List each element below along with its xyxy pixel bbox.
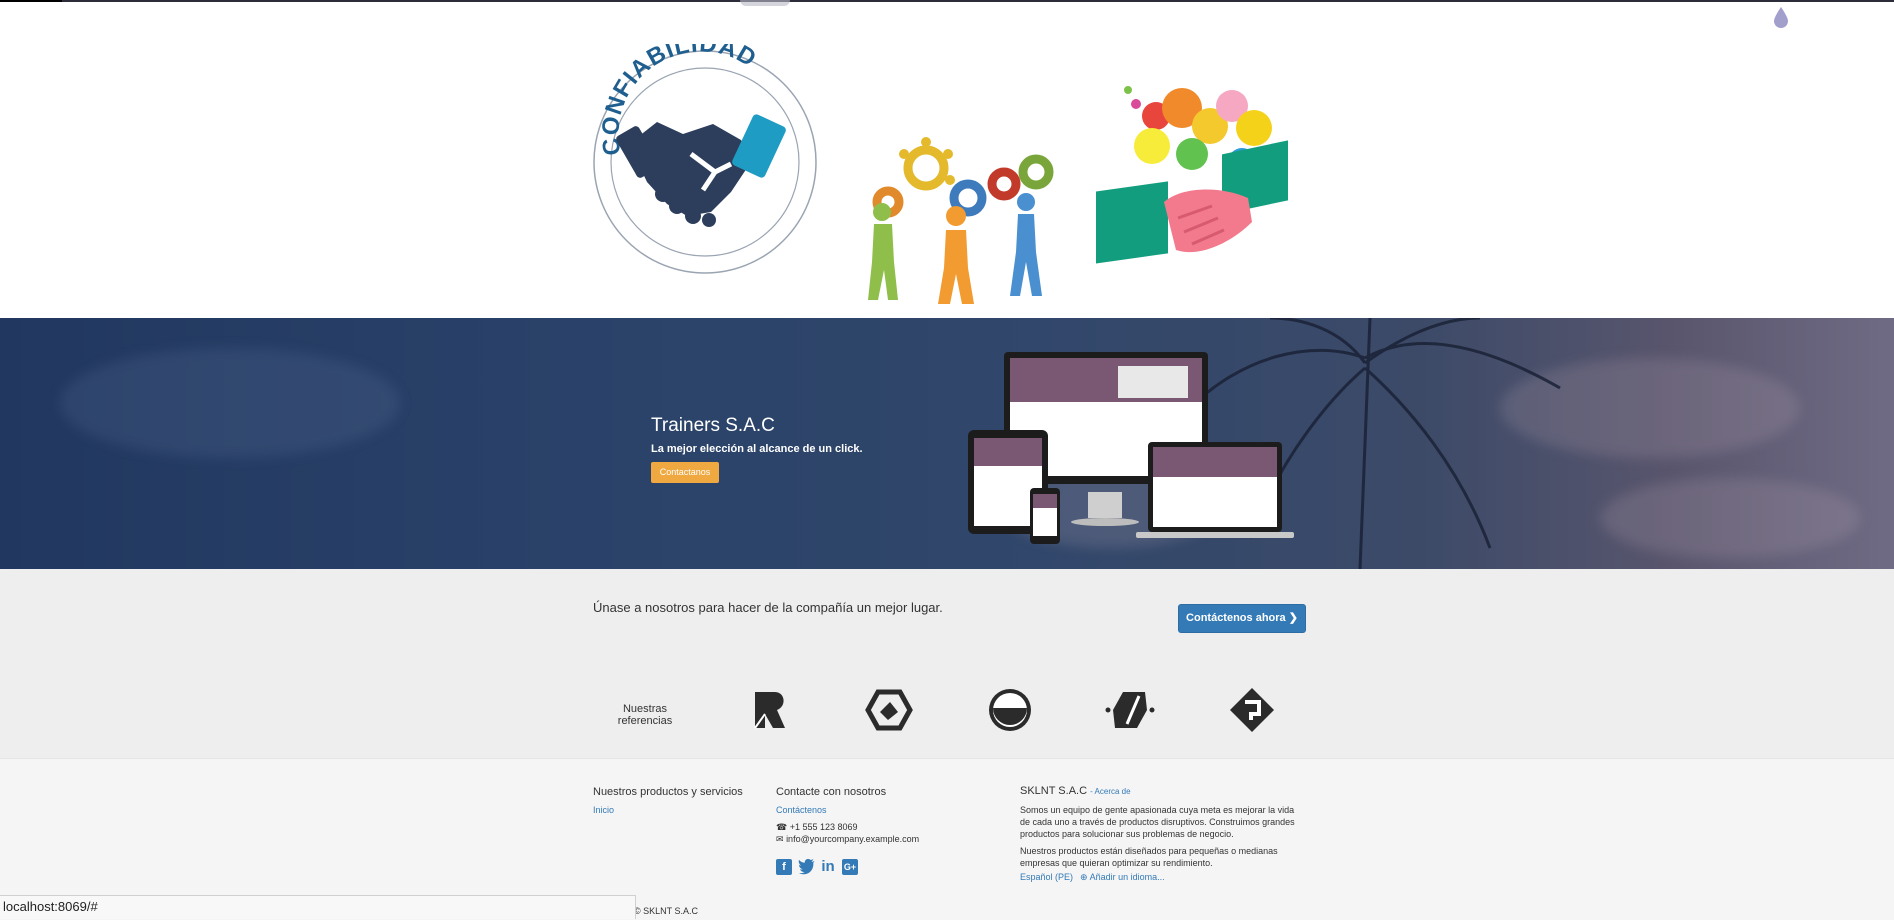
browser-status-url: localhost:8069/# <box>0 895 636 919</box>
copyright-text: © SKLNT S.A.C <box>634 906 698 916</box>
reliability-badge-image: CONFIABILIDAD <box>593 44 817 274</box>
about-link[interactable]: - Acerca de <box>1090 787 1130 796</box>
add-language-label: Añadir un idioma... <box>1089 872 1165 882</box>
contact-us-button[interactable]: Contactanos <box>651 462 719 483</box>
email-address[interactable]: info@yourcompany.example.com <box>786 834 919 844</box>
twitter-icon[interactable] <box>798 859 815 875</box>
contact-now-button[interactable]: Contáctenos ahora ❯ <box>1178 604 1306 633</box>
join-text: Únase a nosotros para hacer de la compañ… <box>593 600 943 615</box>
contact-heading: Contacte con nosotros <box>776 786 887 798</box>
droplet-icon[interactable] <box>1773 6 1789 28</box>
contact-link[interactable]: Contáctenos <box>776 805 827 815</box>
logo-diamond[interactable] <box>1227 686 1277 734</box>
responsive-devices-image <box>968 352 1294 544</box>
logo-r[interactable] <box>743 686 793 734</box>
company-name: SKLNT S.A.C <box>1020 785 1088 797</box>
top-edge-bar <box>0 0 1894 6</box>
phone-number: +1 555 123 8069 <box>789 822 858 832</box>
contact-now-label: Contáctenos ahora <box>1186 612 1286 624</box>
google-plus-icon[interactable]: G+ <box>842 859 858 875</box>
banner-title: Trainers S.A.C <box>651 415 775 436</box>
logo-hexagon[interactable] <box>864 686 914 734</box>
about-paragraph-2: Nuestros productos están diseñados para … <box>1020 846 1278 868</box>
logo-circle[interactable] <box>985 686 1035 734</box>
values-images-row: CONFIABILIDAD <box>0 32 1894 304</box>
home-link[interactable]: Inicio <box>593 805 614 815</box>
top-edge-tab <box>740 0 790 6</box>
plus-circle-icon: ⊕ <box>1080 872 1088 882</box>
envelope-icon: ✉ <box>776 834 784 844</box>
facebook-icon[interactable]: f <box>776 859 792 875</box>
logo-parallelogram[interactable] <box>1105 686 1155 734</box>
partnership-handshake-image <box>1096 86 1288 264</box>
teamwork-gears-image <box>868 137 1054 304</box>
language-link[interactable]: Español (PE) <box>1020 872 1073 882</box>
add-language-link[interactable]: ⊕ Añadir un idioma... <box>1080 872 1165 883</box>
products-heading: Nuestros productos y servicios <box>593 786 743 798</box>
about-heading: SKLNT S.A.C - Acerca de <box>1020 785 1131 797</box>
linkedin-icon[interactable]: in <box>820 859 836 875</box>
chevron-right-icon: ❯ <box>1288 612 1298 624</box>
phone-line: ☎ +1 555 123 8069 <box>776 822 858 833</box>
about-paragraph-1: Somos un equipo de gente apasionada cuya… <box>1020 805 1295 839</box>
join-section: Únase a nosotros para hacer de la compañ… <box>0 569 1894 758</box>
email-line: ✉ info@yourcompany.example.com <box>776 834 919 845</box>
top-edge-mark <box>0 0 62 2</box>
references-label: Nuestras referencias <box>617 703 673 727</box>
phone-icon: ☎ <box>776 822 788 832</box>
banner-subtitle: La mejor elección al alcance de un click… <box>651 443 863 455</box>
hero-banner: Trainers S.A.C La mejor elección al alca… <box>0 318 1894 569</box>
